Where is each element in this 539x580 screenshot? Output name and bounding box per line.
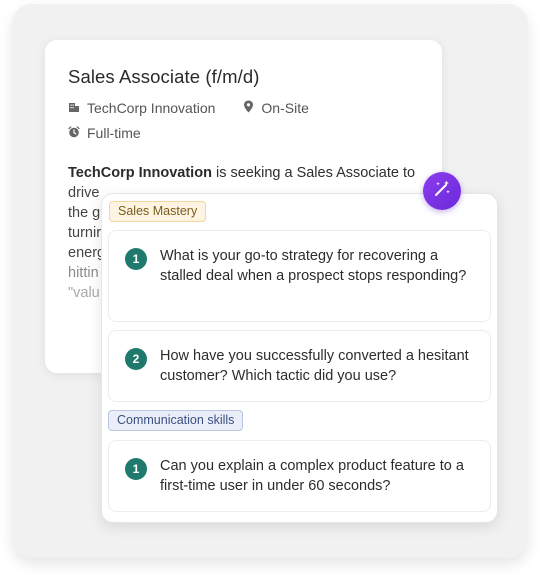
company-name: TechCorp Innovation — [87, 100, 216, 116]
question-text: What is your go-to strategy for recoveri… — [160, 248, 467, 284]
question-number-badge: 1 — [125, 248, 147, 270]
question-number-badge: 2 — [125, 348, 147, 370]
description-line: TechCorp Innovation is seeking a Sales A… — [68, 163, 420, 183]
question-item[interactable]: 1 What is your go-to strategy for recove… — [108, 230, 491, 322]
company-meta: TechCorp Innovation — [68, 100, 215, 116]
question-text: How have you successfully converted a he… — [160, 348, 469, 384]
tag-sales-mastery: Sales Mastery — [109, 201, 207, 222]
clock-icon — [68, 125, 87, 141]
job-meta-row-2: Full-time — [68, 125, 420, 141]
job-meta-row: TechCorp Innovation On-Site — [68, 100, 420, 116]
question-text: Can you explain a complex product featur… — [160, 458, 464, 494]
job-title: Sales Associate (f/m/d) — [68, 66, 260, 87]
employment-type-text: Full-time — [87, 125, 141, 141]
employment-type-meta: Full-time — [68, 125, 141, 141]
question-item[interactable]: 1 Can you explain a complex product feat… — [108, 440, 491, 512]
location-text: On-Site — [261, 100, 309, 116]
description-company: TechCorp Innovation — [68, 165, 212, 181]
description-text: is seeking a Sales Associate to — [211, 165, 416, 181]
building-icon — [68, 100, 87, 116]
location-meta: On-Site — [243, 100, 309, 116]
question-number-badge: 1 — [125, 458, 147, 480]
location-pin-icon — [243, 100, 261, 116]
question-item[interactable]: 2 How have you successfully converted a … — [108, 330, 491, 402]
magic-wand-icon — [432, 179, 452, 204]
generate-questions-button[interactable] — [423, 172, 461, 210]
tag-communication-skills: Communication skills — [108, 410, 244, 431]
